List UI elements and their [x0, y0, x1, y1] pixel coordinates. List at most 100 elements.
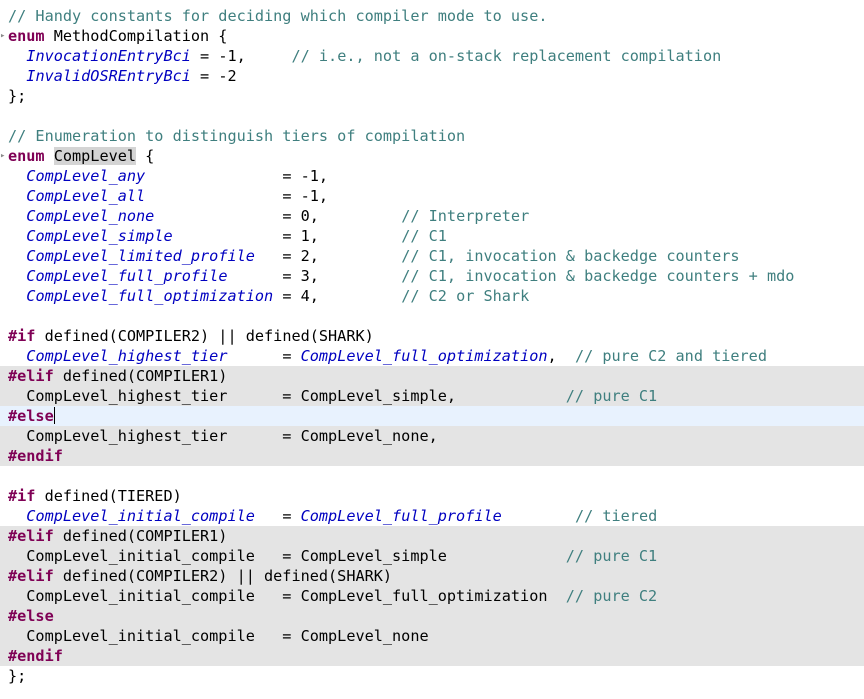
code-token-enum-constant: InvalidOSREntryBci [26, 67, 191, 85]
code-token-keyword: enum [8, 27, 45, 45]
code-line[interactable]: #endif [0, 646, 864, 666]
code-token-enum-constant: CompLevel_full_profile [26, 267, 228, 285]
code-token-plain: = -1, [145, 167, 329, 185]
code-line[interactable]: ▸ enum MethodCompilation { [0, 26, 864, 46]
fold-marker-icon[interactable]: ▸ [0, 26, 5, 46]
code-line[interactable]: #elif defined(COMPILER1) [0, 526, 864, 546]
code-token-plain: CompLevel_initial_compile = CompLevel_fu… [8, 587, 566, 605]
code-token-comment: // Enumeration to distinguish tiers of c… [8, 127, 466, 145]
code-token-plain: = -2 [190, 67, 237, 85]
code-line[interactable]: CompLevel_none = 0, // Interpreter [0, 206, 864, 226]
code-token-comment: // C1, invocation & backedge counters [401, 247, 740, 265]
code-line[interactable]: CompLevel_simple = 1, // C1 [0, 226, 864, 246]
code-token-plain: CompLevel_initial_compile = CompLevel_no… [8, 627, 429, 645]
code-token-plain: = 4, [273, 287, 402, 305]
code-token-plain: CompLevel_initial_compile = CompLevel_si… [8, 547, 566, 565]
code-token-keyword: #if [8, 487, 36, 505]
code-token-comment: // C1 [401, 227, 447, 245]
code-token-plain: = [227, 347, 301, 365]
code-token-comment: // pure C1 [565, 547, 658, 565]
code-token-enum-constant: CompLevel_initial_compile [26, 507, 255, 525]
code-line[interactable]: CompLevel_highest_tier = CompLevel_simpl… [0, 386, 864, 406]
code-token-plain: defined(COMPILER1) [53, 367, 228, 385]
code-line[interactable]: CompLevel_full_profile = 3, // C1, invoc… [0, 266, 864, 286]
code-line[interactable]: CompLevel_highest_tier = CompLevel_full_… [0, 346, 864, 366]
code-line[interactable]: #elif defined(COMPILER1) [0, 366, 864, 386]
code-token-plain: = -1, [190, 47, 292, 65]
code-token-keyword: #endif [8, 647, 63, 665]
code-token-plain: = 0, [154, 207, 402, 225]
code-token-enum-constant: CompLevel_full_profile [300, 507, 502, 525]
code-token-keyword: #elif [8, 367, 54, 385]
code-line[interactable]: #endif [0, 446, 864, 466]
code-token-enum-constant: CompLevel_all [26, 187, 146, 205]
code-token-enum-constant: InvocationEntryBci [26, 47, 191, 65]
code-token-plain: defined(COMPILER2) || defined(SHARK) [53, 567, 393, 585]
code-token-plain: = [254, 507, 301, 525]
fold-marker-icon[interactable]: ▸ [0, 146, 5, 166]
code-token-plain: , [547, 347, 575, 365]
code-token-enum-constant: CompLevel_limited_profile [26, 247, 255, 265]
code-token-keyword: #elif [8, 527, 54, 545]
code-token-plain: CompLevel [53, 147, 137, 165]
code-line[interactable]: #elif defined(COMPILER2) || defined(SHAR… [0, 566, 864, 586]
code-line[interactable]: }; [0, 666, 864, 686]
code-token-plain: { [136, 147, 155, 165]
code-token-keyword: #else [8, 607, 54, 625]
code-line[interactable]: CompLevel_initial_compile = CompLevel_no… [0, 626, 864, 646]
code-line[interactable]: #if defined(COMPILER2) || defined(SHARK) [0, 326, 864, 346]
code-line[interactable]: // Enumeration to distinguish tiers of c… [0, 126, 864, 146]
code-line[interactable]: // Handy constants for deciding which co… [0, 6, 864, 26]
code-line[interactable]: InvalidOSREntryBci = -2 [0, 66, 864, 86]
code-token-keyword: #if [8, 327, 36, 345]
code-editor[interactable]: // Handy constants for deciding which co… [0, 0, 864, 699]
code-token-plain: = 3, [227, 267, 402, 285]
code-line[interactable]: CompLevel_all = -1, [0, 186, 864, 206]
code-line[interactable]: CompLevel_initial_compile = CompLevel_fu… [0, 586, 864, 606]
code-token-plain: = 1, [172, 227, 402, 245]
code-line[interactable]: #else [0, 606, 864, 626]
code-line[interactable]: #else [0, 406, 864, 426]
code-line[interactable] [0, 466, 864, 486]
code-token-plain: defined(TIERED) [35, 487, 182, 505]
code-token-comment: // tiered [574, 507, 658, 525]
code-token-plain: CompLevel_highest_tier = CompLevel_none, [8, 427, 438, 445]
code-line[interactable]: #if defined(TIERED) [0, 486, 864, 506]
code-token-plain: defined(COMPILER1) [53, 527, 228, 545]
code-line[interactable]: CompLevel_full_optimization = 4, // C2 o… [0, 286, 864, 306]
code-line[interactable]: InvocationEntryBci = -1, // i.e., not a … [0, 46, 864, 66]
code-token-comment: // Handy constants for deciding which co… [8, 7, 548, 25]
code-token-comment: // pure C1 [565, 387, 658, 405]
code-line[interactable]: }; [0, 86, 864, 106]
code-token-enum-constant: CompLevel_highest_tier [26, 347, 228, 365]
code-line[interactable]: CompLevel_highest_tier = CompLevel_none, [0, 426, 864, 446]
code-token-enum-constant: CompLevel_full_optimization [300, 347, 548, 365]
code-token-comment: // Interpreter [401, 207, 530, 225]
code-line[interactable]: CompLevel_any = -1, [0, 166, 864, 186]
code-token-keyword: #elif [8, 567, 54, 585]
code-token-enum-constant: CompLevel_full_optimization [26, 287, 274, 305]
code-token-plain: defined(COMPILER2) || defined(SHARK) [35, 327, 374, 345]
code-line[interactable]: CompLevel_initial_compile = CompLevel_fu… [0, 506, 864, 526]
code-token-plain: = 2, [254, 247, 402, 265]
code-line[interactable] [0, 306, 864, 326]
code-token-keyword: enum [8, 147, 45, 165]
code-line[interactable] [0, 106, 864, 126]
text-caret [53, 407, 55, 424]
code-line[interactable]: CompLevel_limited_profile = 2, // C1, in… [0, 246, 864, 266]
code-line[interactable]: CompLevel_initial_compile = CompLevel_si… [0, 546, 864, 566]
code-line[interactable]: ▸ enum CompLevel { [0, 146, 864, 166]
code-token-enum-constant: CompLevel_any [26, 167, 146, 185]
code-token-comment: // pure C2 and tiered [574, 347, 767, 365]
